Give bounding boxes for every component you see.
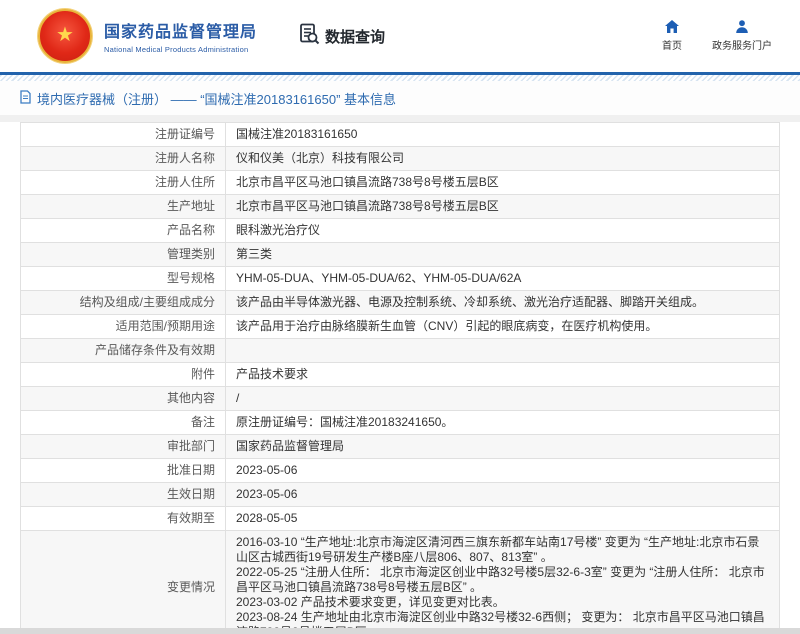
table-row: 适用范围/预期用途 该产品用于治疗由脉络膜新生血管（CNV）引起的眼底病变，在医…	[21, 315, 780, 339]
nav-home-label: 首页	[662, 37, 682, 52]
table-row-changes: 变更情况 2016-03-10 “生产地址:北京市海淀区清河西三旗东新都车站南1…	[21, 531, 780, 634]
field-label: 产品名称	[21, 219, 226, 243]
breadcrumb-text: 境内医疗器械（注册） —— “国械注准20183161650” 基本信息	[37, 89, 396, 108]
field-label: 管理类别	[21, 243, 226, 267]
table-row: 注册证编号 国械注准20183161650	[21, 123, 780, 147]
field-value: 该产品由半导体激光器、电源及控制系统、冷却系统、激光治疗适配器、脚踏开关组成。	[226, 291, 780, 315]
field-label: 附件	[21, 363, 226, 387]
field-value: 产品技术要求	[226, 363, 780, 387]
field-value: 国家药品监督管理局	[226, 435, 780, 459]
field-value: 第三类	[226, 243, 780, 267]
field-label: 注册证编号	[21, 123, 226, 147]
site-title-block: 国家药品监督管理局 National Medical Products Admi…	[104, 18, 257, 54]
field-label: 注册人住所	[21, 171, 226, 195]
field-value: 眼科激光治疗仪	[226, 219, 780, 243]
header-nav: 首页 政务服务门户	[662, 20, 772, 52]
table-row: 有效期至 2028-05-05	[21, 507, 780, 531]
field-label: 产品储存条件及有效期	[21, 339, 226, 363]
breadcrumb: 境内医疗器械（注册） —— “国械注准20183161650” 基本信息	[0, 81, 800, 115]
table-row: 生效日期 2023-05-06	[21, 483, 780, 507]
field-value: 北京市昌平区马池口镇昌流路738号8号楼五层B区	[226, 195, 780, 219]
table-row: 结构及组成/主要组成成分 该产品由半导体激光器、电源及控制系统、冷却系统、激光治…	[21, 291, 780, 315]
nav-item-portal[interactable]: 政务服务门户	[712, 20, 772, 52]
field-label: 其他内容	[21, 387, 226, 411]
field-label: 变更情况	[21, 531, 226, 634]
field-label: 结构及组成/主要组成成分	[21, 291, 226, 315]
table-row: 附件 产品技术要求	[21, 363, 780, 387]
data-query-section[interactable]: 数据查询	[299, 23, 385, 49]
field-label: 审批部门	[21, 435, 226, 459]
data-query-label: 数据查询	[325, 26, 385, 47]
field-value: 仪和仪美（北京）科技有限公司	[226, 147, 780, 171]
registration-info-table: 注册证编号 国械注准20183161650 注册人名称 仪和仪美（北京）科技有限…	[20, 122, 780, 634]
field-label: 生效日期	[21, 483, 226, 507]
table-row: 注册人名称 仪和仪美（北京）科技有限公司	[21, 147, 780, 171]
document-icon	[20, 90, 31, 107]
table-row: 注册人住所 北京市昌平区马池口镇昌流路738号8号楼五层B区	[21, 171, 780, 195]
field-value: 该产品用于治疗由脉络膜新生血管（CNV）引起的眼底病变，在医疗机构使用。	[226, 315, 780, 339]
site-title: 国家药品监督管理局	[104, 18, 257, 42]
field-value: YHM-05-DUA、YHM-05-DUA/62、YHM-05-DUA/62A	[226, 267, 780, 291]
field-value: 2023-05-06	[226, 483, 780, 507]
field-value	[226, 339, 780, 363]
field-value: 2023-05-06	[226, 459, 780, 483]
table-row: 型号规格 YHM-05-DUA、YHM-05-DUA/62、YHM-05-DUA…	[21, 267, 780, 291]
table-row: 批准日期 2023-05-06	[21, 459, 780, 483]
field-label: 生产地址	[21, 195, 226, 219]
table-row: 产品储存条件及有效期	[21, 339, 780, 363]
field-value: 北京市昌平区马池口镇昌流路738号8号楼五层B区	[226, 171, 780, 195]
table-row: 备注 原注册证编号：国械注准20183241650。	[21, 411, 780, 435]
user-icon	[735, 20, 749, 33]
field-label: 备注	[21, 411, 226, 435]
field-label: 适用范围/预期用途	[21, 315, 226, 339]
table-row: 管理类别 第三类	[21, 243, 780, 267]
field-value: /	[226, 387, 780, 411]
table-row: 生产地址 北京市昌平区马池口镇昌流路738号8号楼五层B区	[21, 195, 780, 219]
footer-strip	[0, 628, 800, 634]
home-icon	[665, 20, 679, 33]
nav-item-home[interactable]: 首页	[662, 20, 682, 52]
field-value: 2028-05-05	[226, 507, 780, 531]
field-value: 国械注准20183161650	[226, 123, 780, 147]
field-value-changes: 2016-03-10 “生产地址:北京市海淀区清河西三旗东新都车站南17号楼” …	[226, 531, 780, 634]
document-search-icon	[299, 23, 320, 49]
national-emblem-icon: ★	[38, 9, 92, 63]
site-subtitle: National Medical Products Administration	[104, 45, 257, 54]
field-label: 有效期至	[21, 507, 226, 531]
field-label: 型号规格	[21, 267, 226, 291]
field-label: 注册人名称	[21, 147, 226, 171]
gap-strip	[0, 115, 800, 122]
nav-portal-label: 政务服务门户	[712, 37, 772, 52]
site-header: ★ 国家药品监督管理局 National Medical Products Ad…	[0, 0, 800, 72]
table-row: 产品名称 眼科激光治疗仪	[21, 219, 780, 243]
table-row: 其他内容 /	[21, 387, 780, 411]
field-value: 原注册证编号：国械注准20183241650。	[226, 411, 780, 435]
field-label: 批准日期	[21, 459, 226, 483]
table-row: 审批部门 国家药品监督管理局	[21, 435, 780, 459]
